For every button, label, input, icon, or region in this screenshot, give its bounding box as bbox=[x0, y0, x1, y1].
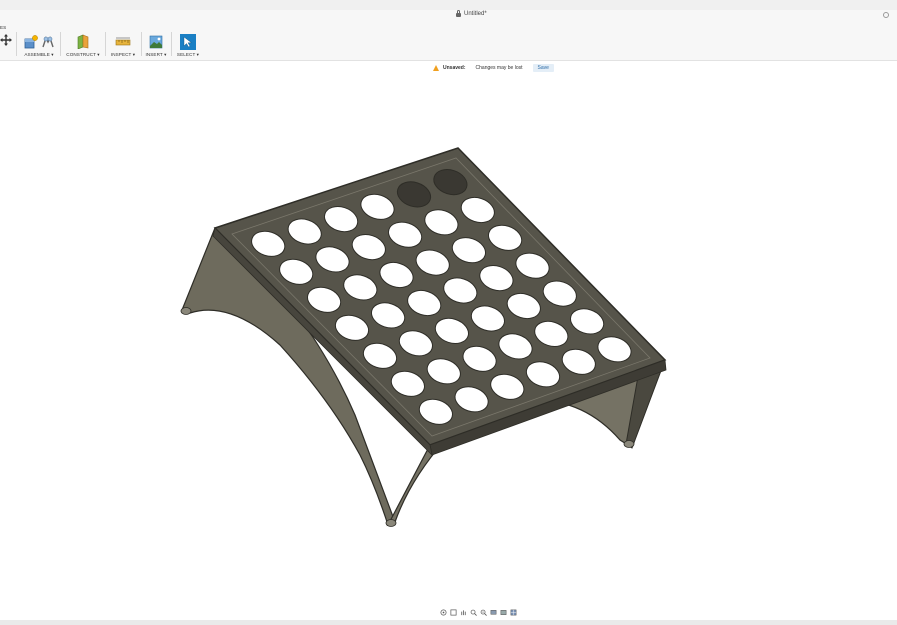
construct-group[interactable]: CONSTRUCT ▾ bbox=[65, 23, 101, 60]
insert-group[interactable]: INSERT ▾ bbox=[145, 23, 167, 60]
orbit-icon[interactable] bbox=[440, 609, 447, 616]
visual-style-icon[interactable] bbox=[500, 609, 507, 616]
toolbar: ES ASSEMBLE ▾ CONSTRUCT ▾ INSPECT ▾ INSE… bbox=[0, 23, 897, 61]
app-window: Untitled* ES ASSEMBLE ▾ CONSTRUCT ▾ INSP… bbox=[0, 0, 897, 625]
warning-icon bbox=[433, 64, 439, 71]
model-foot bbox=[180, 307, 192, 315]
pan-icon[interactable] bbox=[460, 609, 467, 616]
modify-group-label: ES bbox=[0, 25, 7, 30]
save-button[interactable]: Save bbox=[532, 63, 554, 72]
look-at-icon[interactable] bbox=[450, 609, 457, 616]
new-component-icon[interactable] bbox=[24, 34, 38, 49]
document-title-bar: Untitled* bbox=[0, 10, 897, 23]
toolbar-separator bbox=[141, 32, 142, 56]
toolbar-separator bbox=[105, 32, 106, 56]
inspect-group[interactable]: INSPECT ▾ bbox=[108, 23, 138, 60]
select-group[interactable]: SELECT ▾ bbox=[176, 23, 200, 60]
toolbar-separator bbox=[171, 32, 172, 56]
lock-icon bbox=[456, 10, 461, 17]
unsaved-notification: Unsaved: Changes may be lost Save bbox=[433, 62, 554, 73]
document-title-text: Untitled* bbox=[464, 11, 487, 17]
select-cursor-icon[interactable] bbox=[180, 33, 196, 50]
insert-label: INSERT ▾ bbox=[145, 52, 167, 57]
inspect-label: INSPECT ▾ bbox=[110, 52, 136, 57]
move-icon[interactable] bbox=[0, 34, 12, 46]
3d-viewport[interactable] bbox=[0, 74, 897, 604]
measure-icon[interactable] bbox=[115, 36, 131, 48]
offset-plane-icon[interactable] bbox=[75, 34, 91, 49]
model-foot bbox=[385, 519, 397, 527]
navigation-bar bbox=[440, 607, 517, 617]
fit-icon[interactable] bbox=[480, 609, 487, 616]
toolbar-separator bbox=[16, 32, 17, 56]
select-label: SELECT ▾ bbox=[176, 52, 200, 57]
bottom-strip bbox=[0, 620, 897, 625]
display-settings-icon[interactable] bbox=[490, 609, 497, 616]
grid-icon[interactable] bbox=[510, 609, 517, 616]
unsaved-label: Unsaved: bbox=[443, 64, 466, 71]
unsaved-message: Changes may be lost bbox=[475, 64, 523, 71]
toolbar-separator bbox=[60, 32, 61, 56]
model-body bbox=[180, 147, 667, 527]
construct-label: CONSTRUCT ▾ bbox=[66, 52, 100, 57]
document-title: Untitled* bbox=[456, 10, 487, 17]
joint-icon[interactable] bbox=[41, 35, 55, 49]
insert-image-icon[interactable] bbox=[149, 35, 163, 49]
zoom-icon[interactable] bbox=[470, 609, 477, 616]
assemble-group[interactable]: ASSEMBLE ▾ bbox=[22, 23, 56, 60]
model-foot bbox=[623, 440, 635, 448]
window-status-icon[interactable] bbox=[883, 12, 889, 18]
assemble-label: ASSEMBLE ▾ bbox=[24, 52, 54, 57]
